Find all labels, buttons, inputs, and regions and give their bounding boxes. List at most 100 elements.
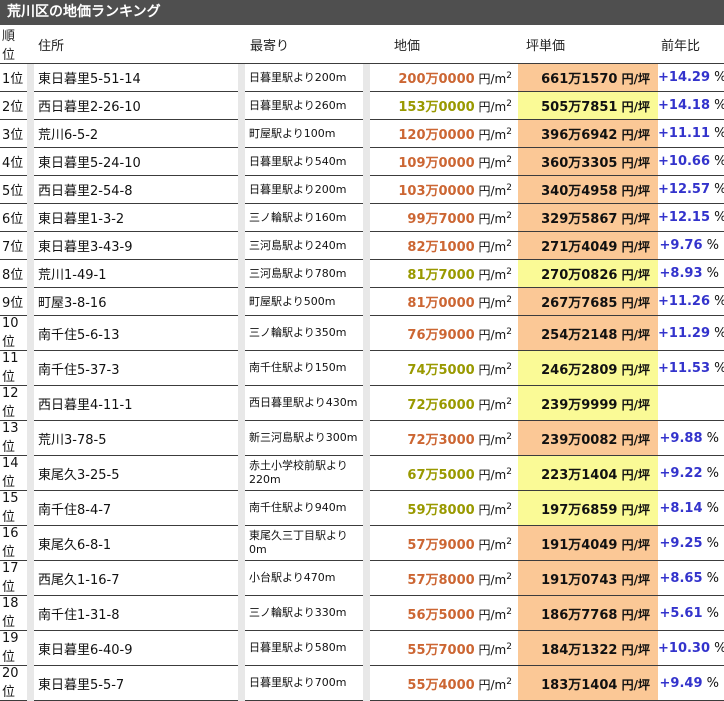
column-gutter xyxy=(238,526,245,561)
table-row: 16位 東尾久6-8-1 東尾久三丁目駅より0m 57万9000 円/m2 19… xyxy=(0,526,724,561)
land-price-cell: 55万4000 円/m2 xyxy=(370,666,518,701)
address-cell: 東尾久3-25-5 xyxy=(34,456,238,491)
address-cell: 西尾久1-16-7 xyxy=(34,561,238,596)
column-header-rank: 順位 xyxy=(0,25,27,64)
header-row: 順位 住所 最寄り 地価 坪単価 前年比 xyxy=(0,25,724,64)
column-gutter xyxy=(363,596,370,631)
tsubo-price-cell: 360万3305 円/坪 xyxy=(518,148,658,176)
land-price-cell: 81万7000 円/m2 xyxy=(370,260,518,288)
yoy-change-cell: +11.29 % xyxy=(658,316,724,351)
address-cell: 荒川3-78-5 xyxy=(34,421,238,456)
column-gutter xyxy=(363,148,370,176)
address-cell: 南千住8-4-7 xyxy=(34,491,238,526)
column-header-land-price: 地価 xyxy=(370,25,518,64)
table-row: 6位 東日暮里1-3-2 三ノ輪駅より160m 99万7000 円/m2 329… xyxy=(0,204,724,232)
column-gutter xyxy=(363,64,370,92)
column-gutter xyxy=(363,666,370,701)
table-row: 11位 南千住5-37-3 南千住駅より150m 74万5000 円/m2 24… xyxy=(0,351,724,386)
rank-cell: 13位 xyxy=(0,421,27,456)
rank-cell: 14位 xyxy=(0,456,27,491)
address-cell: 西日暮里4-11-1 xyxy=(34,386,238,421)
tsubo-price-cell: 270万0826 円/坪 xyxy=(518,260,658,288)
land-price-cell: 153万0000 円/m2 xyxy=(370,92,518,120)
column-gutter xyxy=(27,260,34,288)
column-gutter xyxy=(238,421,245,456)
address-cell: 荒川1-49-1 xyxy=(34,260,238,288)
address-cell: 東日暮里3-43-9 xyxy=(34,232,238,260)
nearest-station-cell: 南千住駅より940m xyxy=(245,491,363,526)
rank-cell: 3位 xyxy=(0,120,27,148)
rank-cell: 6位 xyxy=(0,204,27,232)
nearest-station-cell: 小台駅より470m xyxy=(245,561,363,596)
table-row: 20位 東日暮里5-5-7 日暮里駅より700m 55万4000 円/m2 18… xyxy=(0,666,724,701)
address-cell: 東日暮里1-3-2 xyxy=(34,204,238,232)
tsubo-price-cell: 183万1404 円/坪 xyxy=(518,666,658,701)
nearest-station-cell: 日暮里駅より260m xyxy=(245,92,363,120)
land-price-cell: 59万8000 円/m2 xyxy=(370,491,518,526)
column-gutter xyxy=(238,64,245,92)
land-price-cell: 72万6000 円/m2 xyxy=(370,386,518,421)
address-cell: 西日暮里2-26-10 xyxy=(34,92,238,120)
land-price-cell: 55万7000 円/m2 xyxy=(370,631,518,666)
yoy-change-cell: +9.22 % xyxy=(658,456,724,491)
yoy-change-cell: +12.57 % xyxy=(658,176,724,204)
column-gutter xyxy=(363,421,370,456)
address-cell: 町屋3-8-16 xyxy=(34,288,238,316)
column-gutter xyxy=(363,232,370,260)
tsubo-price-cell: 267万7685 円/坪 xyxy=(518,288,658,316)
column-gutter xyxy=(363,386,370,421)
land-price-cell: 103万0000 円/m2 xyxy=(370,176,518,204)
nearest-station-cell: 赤土小学校前駅より220m xyxy=(245,456,363,491)
tsubo-price-cell: 329万5867 円/坪 xyxy=(518,204,658,232)
yoy-change-cell: +14.29 % xyxy=(658,64,724,92)
column-gutter xyxy=(363,631,370,666)
table-row: 12位 西日暮里4-11-1 西日暮里駅より430m 72万6000 円/m2 … xyxy=(0,386,724,421)
address-cell: 東尾久6-8-1 xyxy=(34,526,238,561)
address-cell: 南千住5-6-13 xyxy=(34,316,238,351)
column-gutter xyxy=(27,596,34,631)
column-gutter xyxy=(238,596,245,631)
rank-cell: 7位 xyxy=(0,232,27,260)
column-gutter xyxy=(238,148,245,176)
rank-cell: 4位 xyxy=(0,148,27,176)
column-gutter xyxy=(363,204,370,232)
yoy-change-cell: +10.66 % xyxy=(658,148,724,176)
land-price-cell: 67万5000 円/m2 xyxy=(370,456,518,491)
table-row: 9位 町屋3-8-16 町屋駅より500m 81万0000 円/m2 267万7… xyxy=(0,288,724,316)
address-cell: 南千住1-31-8 xyxy=(34,596,238,631)
column-gutter xyxy=(238,176,245,204)
rank-cell: 10位 xyxy=(0,316,27,351)
nearest-station-cell: 日暮里駅より540m xyxy=(245,148,363,176)
nearest-station-cell: 町屋駅より100m xyxy=(245,120,363,148)
column-gutter xyxy=(363,92,370,120)
column-gutter xyxy=(27,64,34,92)
yoy-change-cell: +9.49 % xyxy=(658,666,724,701)
address-cell: 東日暮里5-5-7 xyxy=(34,666,238,701)
column-gutter xyxy=(238,491,245,526)
land-price-cell: 109万0000 円/m2 xyxy=(370,148,518,176)
table-row: 19位 東日暮里6-40-9 日暮里駅より580m 55万7000 円/m2 1… xyxy=(0,631,724,666)
table-row: 4位 東日暮里5-24-10 日暮里駅より540m 109万0000 円/m2 … xyxy=(0,148,724,176)
rank-cell: 18位 xyxy=(0,596,27,631)
table-row: 13位 荒川3-78-5 新三河島駅より300m 72万3000 円/m2 23… xyxy=(0,421,724,456)
nearest-station-cell: 三河島駅より240m xyxy=(245,232,363,260)
table-row: 10位 南千住5-6-13 三ノ輪駅より350m 76万9000 円/m2 25… xyxy=(0,316,724,351)
rank-cell: 17位 xyxy=(0,561,27,596)
ranking-table-body: 1位 東日暮里5-51-14 日暮里駅より200m 200万0000 円/m2 … xyxy=(0,64,724,701)
column-gutter xyxy=(27,456,34,491)
nearest-station-cell: 日暮里駅より700m xyxy=(245,666,363,701)
nearest-station-cell: 東尾久三丁目駅より0m xyxy=(245,526,363,561)
land-price-cell: 57万8000 円/m2 xyxy=(370,561,518,596)
tsubo-price-cell: 254万2148 円/坪 xyxy=(518,316,658,351)
address-cell: 南千住5-37-3 xyxy=(34,351,238,386)
column-gutter xyxy=(363,351,370,386)
column-header-yoy-change: 前年比 xyxy=(658,25,724,64)
column-gutter xyxy=(27,421,34,456)
yoy-change-cell: +9.88 % xyxy=(658,421,724,456)
rank-cell: 5位 xyxy=(0,176,27,204)
rank-cell: 2位 xyxy=(0,92,27,120)
land-price-cell: 82万1000 円/m2 xyxy=(370,232,518,260)
land-price-ranking-table: 順位 住所 最寄り 地価 坪単価 前年比 1位 東日暮里5-51-14 日暮里駅… xyxy=(0,25,724,701)
column-gutter xyxy=(363,456,370,491)
nearest-station-cell: 西日暮里駅より430m xyxy=(245,386,363,421)
